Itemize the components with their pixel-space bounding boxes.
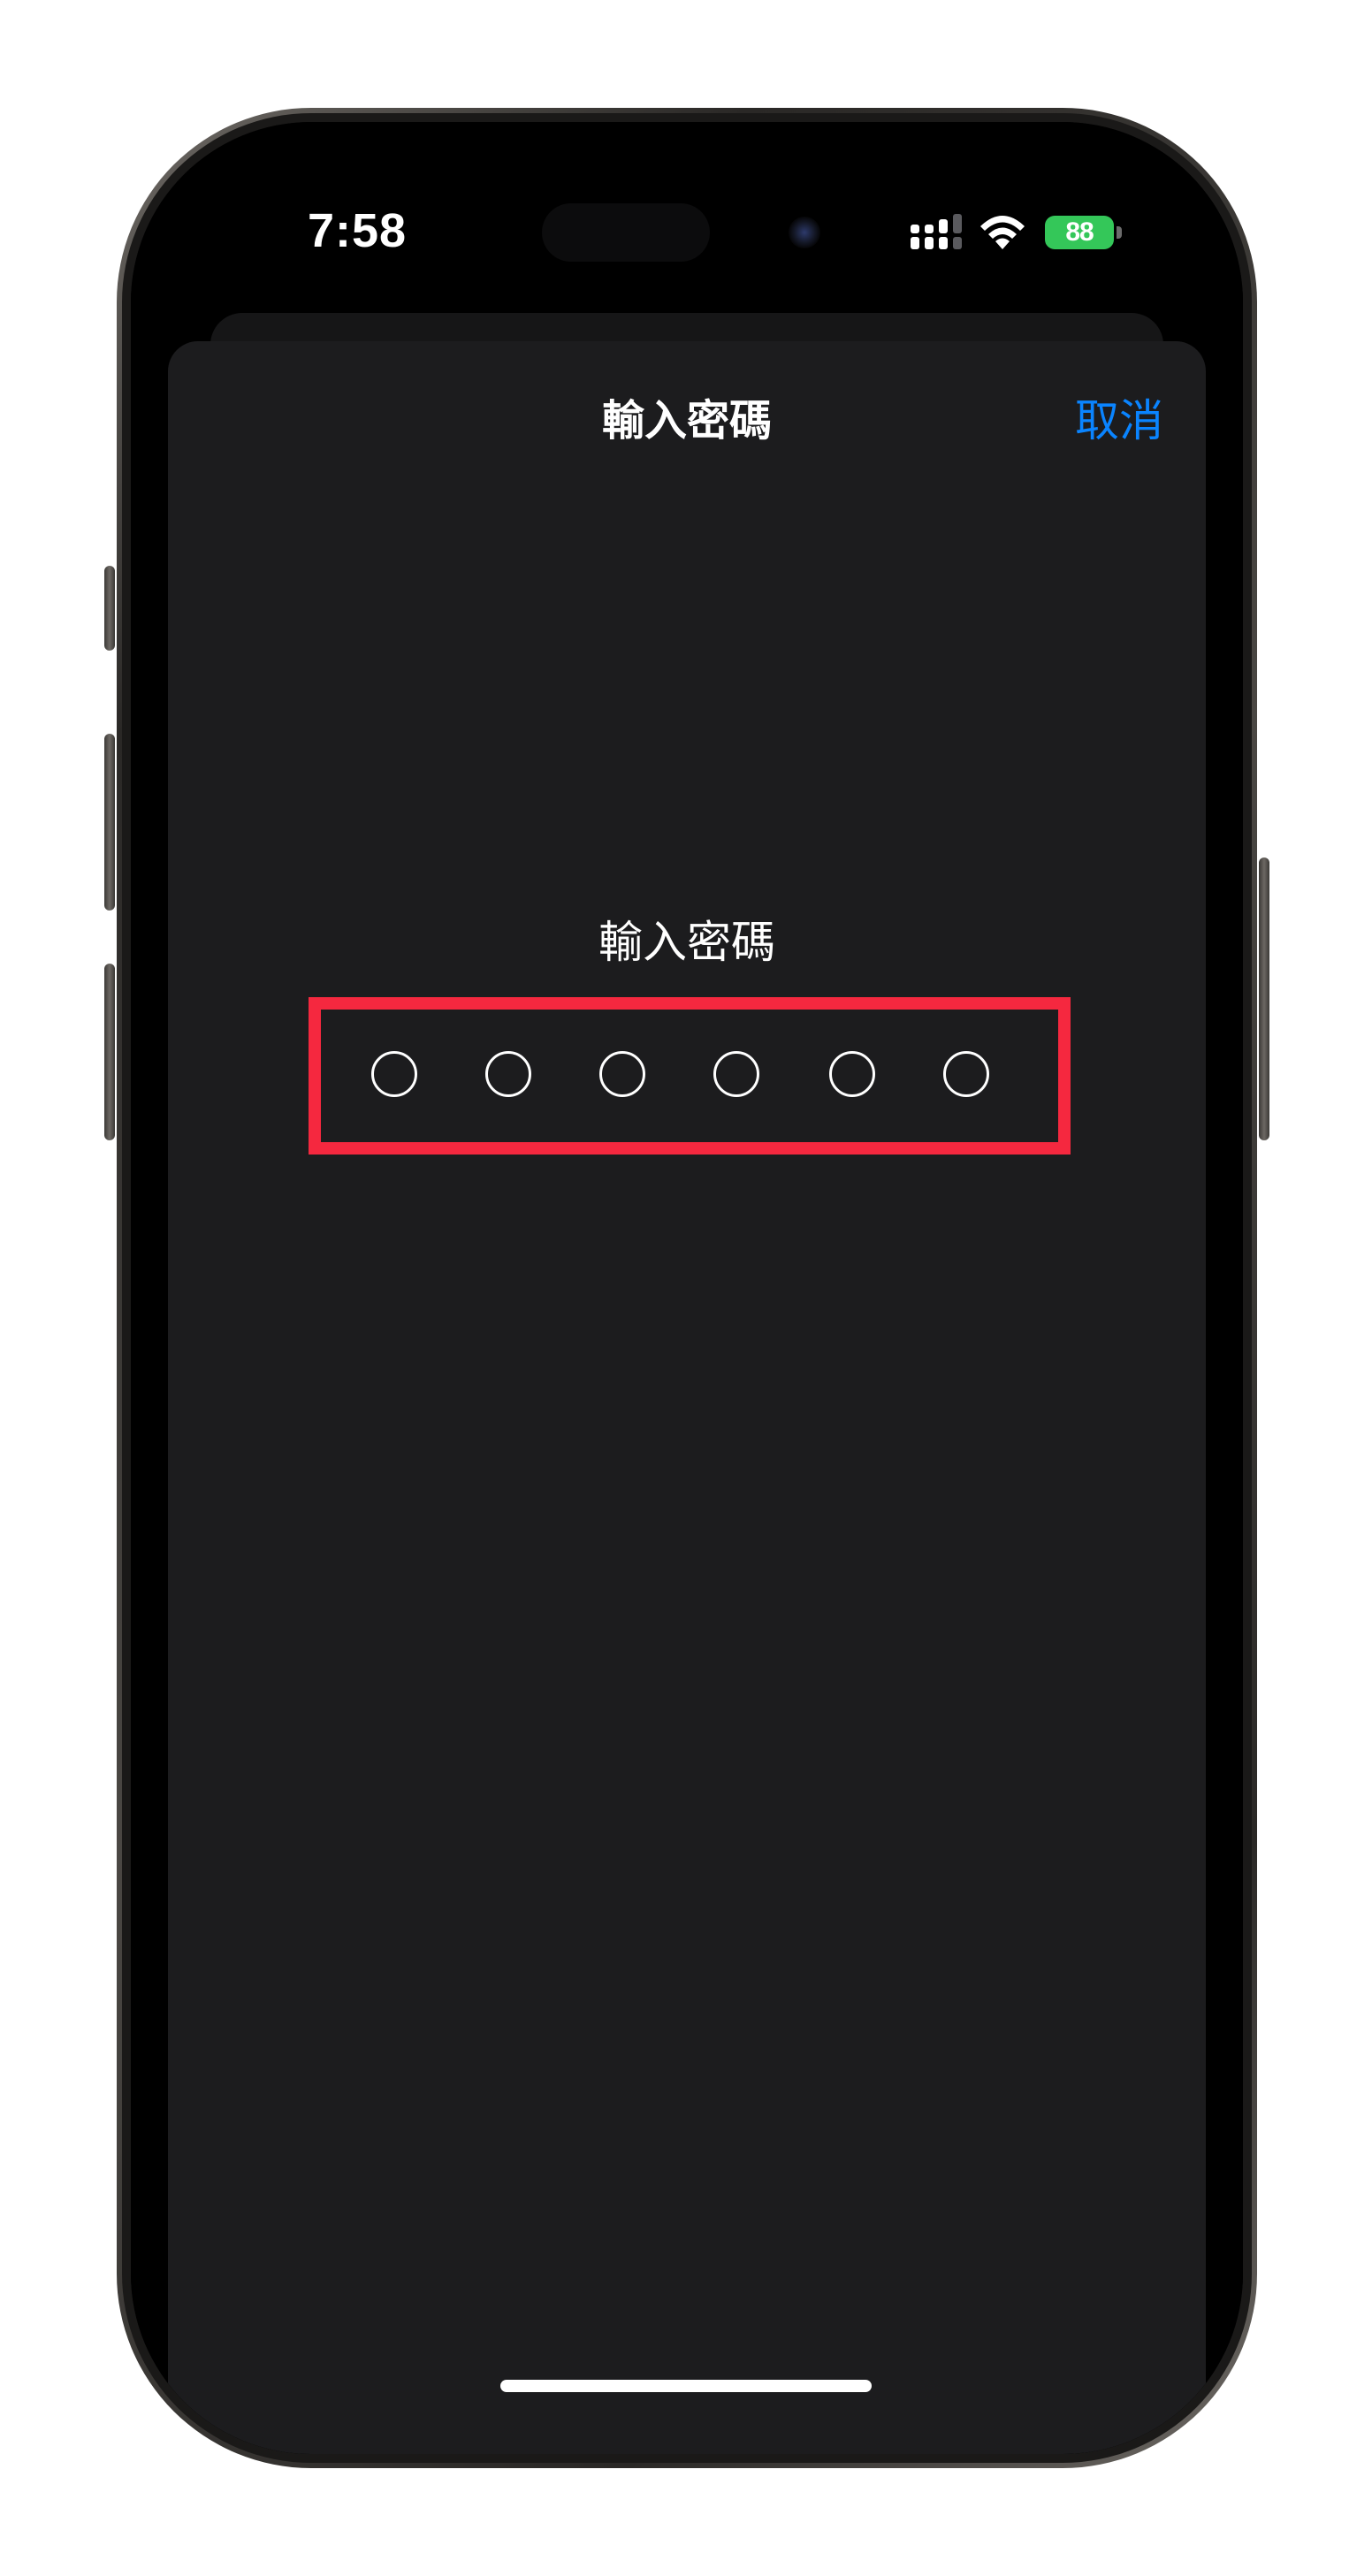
page-canvas: 7:58 88 輸入密碼 取消 輸入密碼 bbox=[0, 0, 1372, 2576]
dynamic-island bbox=[542, 203, 710, 262]
phone-screen: 7:58 88 輸入密碼 取消 輸入密碼 bbox=[131, 122, 1243, 2454]
status-time: 7:58 bbox=[308, 204, 408, 257]
power-button bbox=[1259, 857, 1269, 1140]
battery-cap bbox=[1117, 226, 1122, 239]
passcode-dot bbox=[943, 1051, 989, 1097]
passcode-sheet: 輸入密碼 取消 輸入密碼 bbox=[168, 341, 1206, 2454]
passcode-dots[interactable] bbox=[321, 1010, 1058, 1142]
sheet-title: 輸入密碼 bbox=[601, 396, 772, 446]
wifi-icon bbox=[980, 216, 1025, 249]
home-indicator[interactable] bbox=[500, 2380, 872, 2392]
volume-up-button bbox=[104, 734, 115, 911]
battery-icon: 88 bbox=[1045, 216, 1114, 249]
volume-down-button bbox=[104, 964, 115, 1140]
passcode-prompt: 輸入密碼 bbox=[598, 917, 775, 968]
signal-icon bbox=[911, 214, 962, 249]
highlight-box bbox=[309, 997, 1071, 1155]
cancel-button[interactable]: 取消 bbox=[1075, 385, 1163, 449]
status-indicators: 88 bbox=[909, 210, 1165, 255]
action-button bbox=[104, 566, 115, 651]
passcode-dot bbox=[371, 1051, 417, 1097]
passcode-dot bbox=[599, 1051, 645, 1097]
front-camera bbox=[789, 217, 820, 248]
passcode-dot bbox=[485, 1051, 531, 1097]
passcode-dot bbox=[713, 1051, 759, 1097]
passcode-dot bbox=[829, 1051, 875, 1097]
